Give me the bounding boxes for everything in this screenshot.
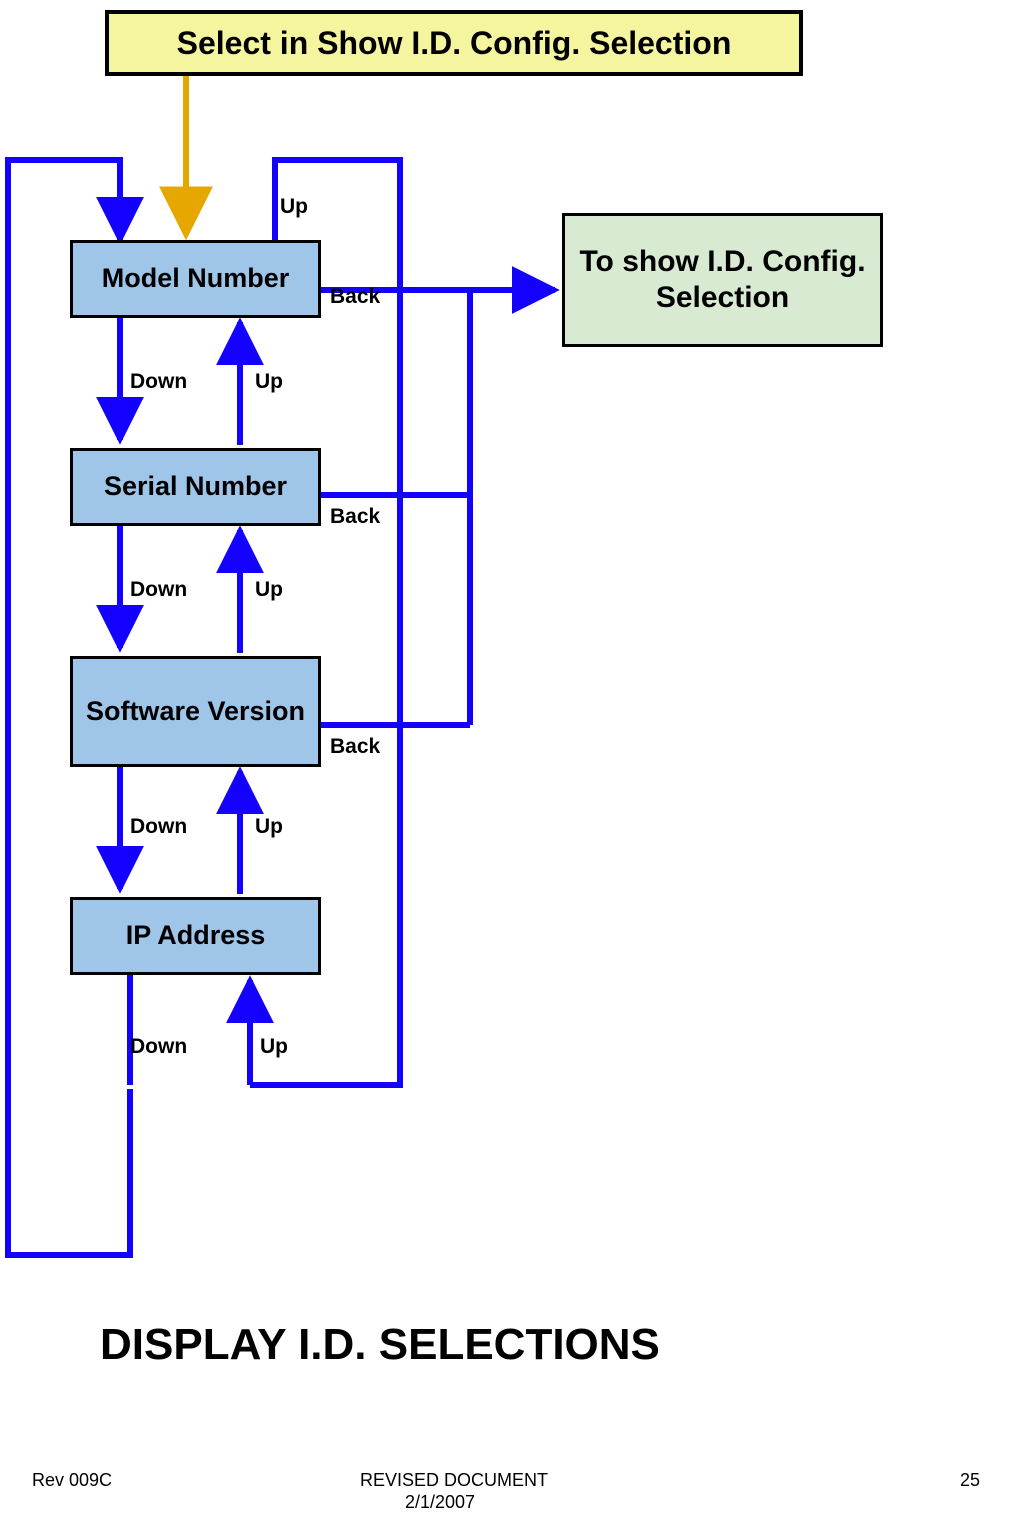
footer-doc: REVISED DOCUMENT	[360, 1470, 548, 1491]
footer-rev: Rev 009C	[32, 1470, 112, 1491]
footer-date: 2/1/2007	[405, 1492, 475, 1513]
label-down: Down	[130, 1035, 187, 1059]
label-back: Back	[330, 285, 380, 309]
footer-page: 25	[960, 1470, 980, 1491]
node-label: To show I.D. Config. Selection	[565, 244, 880, 316]
node-label: Software Version	[86, 696, 305, 727]
label-down: Down	[130, 578, 187, 602]
label-back: Back	[330, 735, 380, 759]
node-label: Model Number	[102, 263, 290, 294]
label-up: Up	[255, 815, 283, 839]
label-back: Back	[330, 505, 380, 529]
node-label: IP Address	[126, 920, 266, 951]
node-model-number: Model Number	[70, 240, 321, 318]
header-title: Select in Show I.D. Config. Selection	[177, 25, 732, 62]
page: Select in Show I.D. Config. Selection Mo…	[0, 0, 1026, 1531]
page-title: DISPLAY I.D. SELECTIONS	[100, 1320, 660, 1370]
header-box: Select in Show I.D. Config. Selection	[105, 10, 803, 76]
label-up: Up	[260, 1035, 288, 1059]
node-label: Serial Number	[104, 471, 287, 502]
label-up: Up	[255, 578, 283, 602]
node-software-version: Software Version	[70, 656, 321, 767]
node-target: To show I.D. Config. Selection	[562, 213, 883, 347]
node-serial-number: Serial Number	[70, 448, 321, 526]
node-ip-address: IP Address	[70, 897, 321, 975]
label-down: Down	[130, 815, 187, 839]
label-up: Up	[280, 195, 308, 219]
label-down: Down	[130, 370, 187, 394]
label-up: Up	[255, 370, 283, 394]
